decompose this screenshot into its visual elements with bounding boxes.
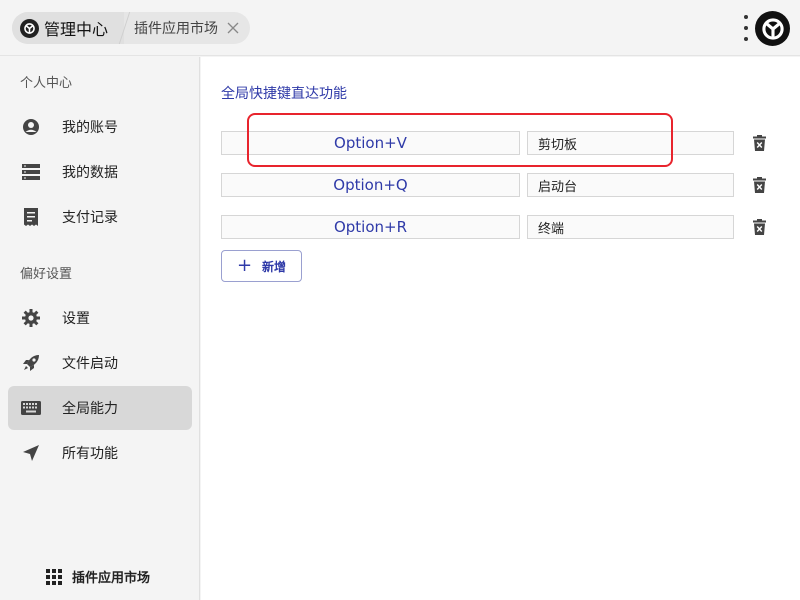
app-logo-icon — [20, 18, 39, 38]
sidebar-item-my-account[interactable]: 我的账号 — [8, 105, 192, 149]
sidebar-item-label: 所有功能 — [62, 446, 118, 462]
shortcut-function-field[interactable]: 剪切板 — [527, 131, 734, 155]
plugin-market-link[interactable]: 插件应用市场 — [46, 567, 150, 586]
tab-plugin-market-label: 插件应用市场 — [134, 21, 219, 37]
shortcut-key-field[interactable]: Option+Q — [221, 173, 520, 197]
page-title: 全局快捷键直达功能 — [221, 86, 347, 102]
shortcut-key-field[interactable]: Option+R — [221, 215, 520, 239]
shortcut-row: Option+V 剪切板 — [221, 131, 781, 155]
plugin-market-label: 插件应用市场 — [72, 571, 151, 586]
gear-icon — [21, 308, 41, 328]
more-options-icon[interactable] — [743, 15, 749, 41]
tab-plugin-market[interactable]: 插件应用市场 — [125, 12, 250, 44]
sidebar-item-settings[interactable]: 设置 — [8, 296, 192, 340]
plus-icon: + — [236, 255, 253, 276]
delete-icon[interactable] — [751, 218, 767, 236]
data-storage-icon — [21, 162, 41, 182]
sidebar-item-label: 支付记录 — [62, 210, 118, 226]
receipt-icon — [21, 207, 41, 227]
sidebar-item-label: 全局能力 — [62, 401, 118, 417]
tab-admin-center-label: 管理中心 — [44, 20, 109, 39]
sidebar-item-global-abilities[interactable]: 全局能力 — [8, 386, 192, 430]
sidebar-item-label: 文件启动 — [62, 356, 118, 372]
shortcut-row: Option+R 终端 — [221, 215, 781, 239]
sidebar-item-label: 我的账号 — [62, 120, 118, 136]
sidebar-item-label: 设置 — [62, 311, 90, 327]
delete-icon[interactable] — [751, 176, 767, 194]
add-button-label: 新增 — [262, 259, 287, 274]
sidebar: 个人中心 我的账号 我的数据 支付记录 偏好设置 设置 文件启动 全局能力 所有… — [0, 57, 200, 600]
sidebar-item-all-features[interactable]: 所有功能 — [8, 431, 192, 475]
title-bar: 管理中心 插件应用市场 — [0, 0, 800, 56]
sidebar-item-my-data[interactable]: 我的数据 — [8, 150, 192, 194]
app-logo-icon[interactable] — [755, 11, 790, 46]
delete-icon[interactable] — [751, 134, 767, 152]
section-title-personal: 个人中心 — [20, 76, 73, 91]
grid-apps-icon — [46, 568, 62, 585]
sidebar-item-payment-records[interactable]: 支付记录 — [8, 195, 192, 239]
section-title-preferences: 偏好设置 — [20, 267, 73, 282]
add-shortcut-button[interactable]: + 新增 — [221, 250, 302, 282]
shortcut-key-field[interactable]: Option+V — [221, 131, 520, 155]
tab-strip: 管理中心 插件应用市场 — [12, 12, 251, 44]
rocket-icon — [21, 353, 41, 373]
shortcut-row: Option+Q 启动台 — [221, 173, 781, 197]
account-circle-icon — [21, 117, 41, 137]
sidebar-item-label: 我的数据 — [62, 165, 118, 181]
tab-admin-center[interactable]: 管理中心 — [12, 12, 125, 44]
sidebar-item-file-launch[interactable]: 文件启动 — [8, 341, 192, 385]
send-arrow-icon — [21, 443, 41, 463]
close-icon[interactable] — [226, 21, 240, 35]
keyboard-icon — [21, 398, 41, 418]
shortcut-function-field[interactable]: 启动台 — [527, 173, 734, 197]
shortcut-function-field[interactable]: 终端 — [527, 215, 734, 239]
main-panel: 全局快捷键直达功能 Option+V 剪切板 Option+Q 启动台 Opti… — [201, 57, 800, 600]
